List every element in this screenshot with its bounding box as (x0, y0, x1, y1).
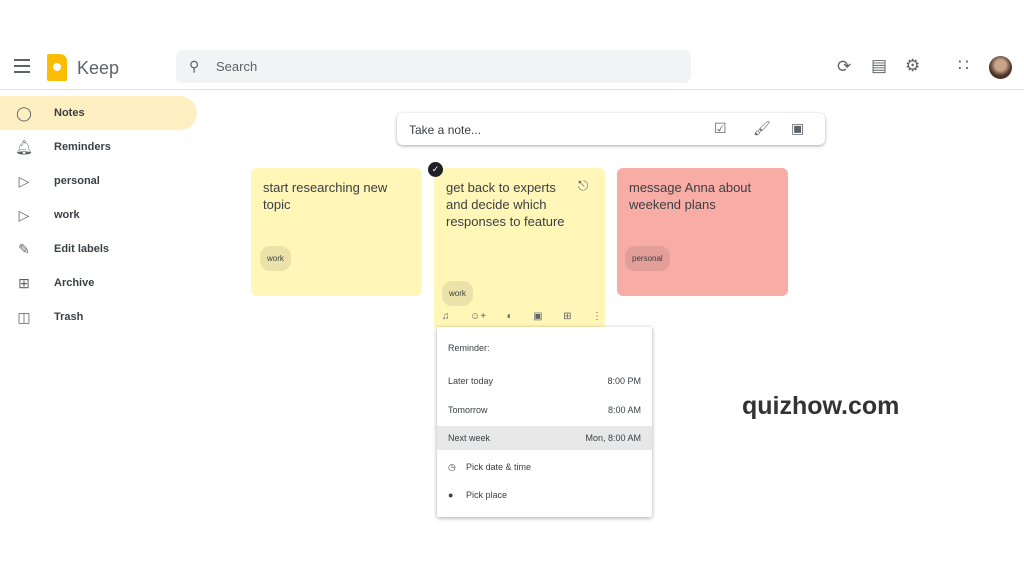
option-label: Later today (448, 376, 494, 386)
refresh-icon[interactable]: ⟳ (837, 57, 851, 77)
reminder-option-later-today[interactable]: Later today 8:00 PM (437, 369, 652, 393)
keep-logo-icon (47, 54, 67, 81)
sidebar-item-work[interactable]: ▷ work (0, 198, 197, 232)
take-note-placeholder: Take a note... (409, 123, 482, 137)
note-card-selected[interactable]: get back to experts and decide which res… (434, 168, 605, 330)
reminder-bell-icon[interactable]: ♫ (442, 308, 450, 325)
pencil-icon: ✎ (18, 240, 30, 257)
option-label: Tomorrow (448, 405, 488, 415)
pick-date-time-option[interactable]: ◷ Pick date & time (437, 455, 652, 479)
location-pin-icon: ● (448, 490, 454, 500)
sidebar-item-label: Archive (54, 277, 95, 289)
sidebar-item-label: Reminders (54, 141, 111, 153)
note-card[interactable]: start researching new topic work (251, 168, 422, 296)
reminder-option-tomorrow[interactable]: Tomorrow 8:00 AM (437, 398, 652, 422)
note-text: get back to experts and decide which res… (446, 180, 565, 229)
palette-icon[interactable]: ◐ (507, 308, 513, 325)
menu-icon[interactable] (14, 59, 30, 73)
sidebar-item-label: Trash (54, 311, 84, 323)
collaborator-icon[interactable]: ☺+ (470, 308, 486, 325)
reminder-option-next-week[interactable]: Next week Mon, 8:00 AM (437, 426, 652, 450)
sidebar-item-label: Notes (54, 107, 85, 119)
label-icon: ▷ (18, 172, 30, 189)
option-label: Pick place (466, 490, 508, 500)
pin-icon[interactable]: ⎋ (578, 177, 588, 194)
label-icon: ▷ (18, 206, 30, 223)
search-placeholder: Search (216, 59, 258, 74)
list-view-icon[interactable]: ▤ (871, 56, 887, 76)
settings-icon[interactable]: ⚙ (905, 56, 920, 76)
note-text: start researching new topic (263, 180, 388, 212)
reminder-menu-title: Reminder: (448, 343, 490, 353)
brand-name: Keep (77, 58, 120, 78)
archive-icon: ⊞ (18, 274, 30, 291)
search-input[interactable]: ⚲ Search (176, 50, 691, 83)
sidebar-item-reminders[interactable]: 🔔︎ Reminders (0, 130, 197, 164)
option-time: 8:00 PM (607, 376, 641, 386)
lightbulb-icon: ◯ (16, 104, 32, 121)
note-label-chip[interactable]: work (260, 246, 291, 271)
avatar[interactable] (989, 56, 1012, 79)
pick-place-option[interactable]: ● Pick place (437, 483, 652, 507)
trash-icon: ◫ (17, 308, 31, 325)
sidebar-item-label: personal (54, 175, 100, 187)
sidebar-item-label: Edit labels (54, 243, 110, 255)
clock-icon: ◷ (448, 461, 456, 472)
sidebar-item-label: work (54, 209, 80, 221)
sidebar-item-edit-labels[interactable]: ✎ Edit labels (0, 232, 197, 266)
brush-icon[interactable]: 🖌︎ (753, 120, 771, 137)
search-icon: ⚲ (189, 58, 200, 74)
sidebar-item-personal[interactable]: ▷ personal (0, 164, 197, 198)
option-label: Pick date & time (466, 462, 532, 472)
image-icon[interactable]: ▣ (791, 120, 804, 137)
option-time: 8:00 AM (607, 405, 641, 415)
option-label: Next week (448, 433, 491, 443)
bell-icon: 🔔︎ (15, 138, 33, 155)
note-label-chip[interactable]: work (442, 281, 473, 306)
image-icon[interactable]: ▣ (533, 308, 542, 325)
take-note-input[interactable]: Take a note... ☑ 🖌︎ ▣ (397, 113, 825, 145)
note-card[interactable]: message Anna about weekend plans persona… (617, 168, 788, 296)
reminder-menu: Reminder: Later today 8:00 PM Tomorrow 8:0… (437, 327, 652, 517)
more-icon[interactable]: ⋮ (592, 308, 602, 325)
select-check-icon[interactable]: ✓ (428, 162, 443, 177)
sidebar-item-notes[interactable]: ◯ Notes (0, 96, 197, 130)
note-text: message Anna about weekend plans (629, 180, 752, 212)
note-label-chip[interactable]: personal (625, 246, 670, 271)
archive-icon[interactable]: ⊞ (563, 308, 571, 325)
checkbox-icon[interactable]: ☑ (714, 120, 727, 137)
sidebar-item-archive[interactable]: ⊞ Archive (0, 266, 197, 300)
apps-icon[interactable]: ∷ (958, 56, 969, 76)
option-time: Mon, 8:00 AM (585, 433, 641, 443)
sidebar-item-trash[interactable]: ◫ Trash (0, 300, 197, 334)
watermark: quizhow.com (742, 392, 900, 420)
